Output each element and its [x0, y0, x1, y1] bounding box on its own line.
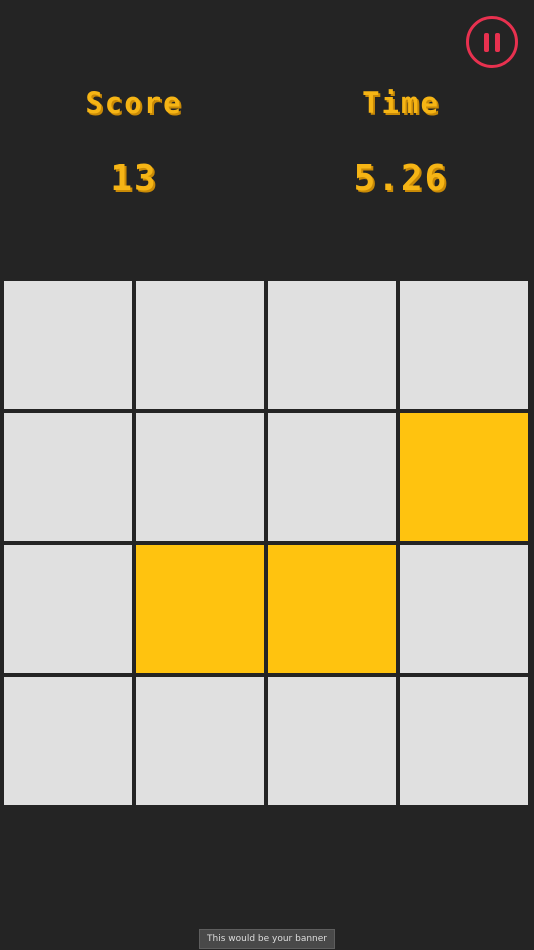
pause-icon — [484, 33, 489, 52]
ad-banner[interactable]: This would be your banner — [199, 929, 335, 949]
tile-empty[interactable] — [4, 413, 132, 541]
score-label: Score — [85, 86, 183, 120]
tile-empty[interactable] — [136, 413, 264, 541]
score-value: 13 — [110, 158, 158, 199]
tile-active[interactable] — [268, 545, 396, 673]
tile-active[interactable] — [136, 545, 264, 673]
tile-empty[interactable] — [136, 677, 264, 805]
tile-empty[interactable] — [400, 281, 528, 409]
game-board — [4, 281, 528, 805]
tile-empty[interactable] — [268, 413, 396, 541]
time-label: Time — [362, 86, 440, 120]
time-value: 5.26 — [353, 158, 449, 199]
tile-empty[interactable] — [136, 281, 264, 409]
tile-empty[interactable] — [268, 281, 396, 409]
tile-empty[interactable] — [400, 677, 528, 805]
tile-empty[interactable] — [268, 677, 396, 805]
tile-empty[interactable] — [4, 545, 132, 673]
pause-button[interactable] — [466, 16, 518, 68]
game-screen: Score 13 Time 5.26 This would be your ba… — [0, 0, 534, 950]
tile-empty[interactable] — [400, 545, 528, 673]
tile-active[interactable] — [400, 413, 528, 541]
tile-empty[interactable] — [4, 281, 132, 409]
pause-icon-bar — [495, 33, 500, 52]
tile-empty[interactable] — [4, 677, 132, 805]
